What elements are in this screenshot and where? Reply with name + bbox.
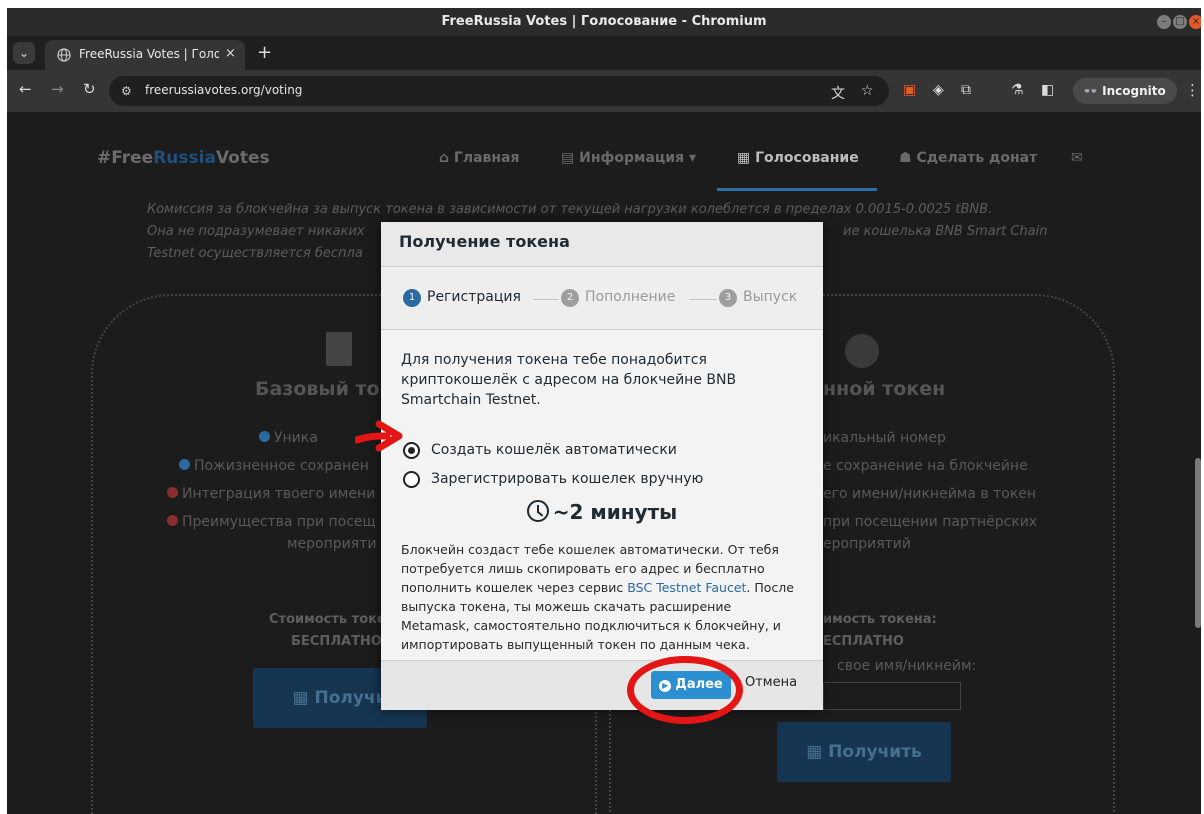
red-arrow-annotation: [355, 420, 403, 452]
step-separator: [533, 299, 559, 300]
back-icon[interactable]: ←: [19, 80, 32, 98]
site-info-icon[interactable]: ⚙: [121, 84, 132, 98]
named-feature-1: икальный номер: [823, 430, 946, 446]
active-nav-underline: [717, 188, 877, 191]
tab-strip: ⌄ FreeRussia Votes | Голо × +: [7, 36, 1201, 70]
step-issue: 3 Выпуск: [719, 289, 797, 307]
basic-feature-3: Интеграция твоего имени: [167, 486, 375, 502]
basic-price-label: Стоимость токе: [269, 612, 386, 627]
menu-icon[interactable]: ⋮: [1185, 81, 1200, 99]
commission-line-2b: ие кошелька BNB Smart Chain: [843, 224, 1048, 239]
new-tab-button[interactable]: +: [257, 42, 272, 63]
named-card-title: нной токен: [823, 378, 946, 400]
url-text: freerussiavotes.org/voting: [145, 83, 303, 97]
site-brand[interactable]: #FreeRussiaVotes: [97, 148, 270, 168]
address-bar[interactable]: ⚙ freerussiavotes.org/voting 文 ☆: [109, 76, 889, 106]
token-modal: Получение токена 1 Регистрация 2 Пополнени…: [381, 222, 823, 710]
tab-title: FreeRussia Votes | Голо: [79, 47, 219, 61]
basic-card-title: Базовый то: [255, 378, 380, 400]
medal-icon: [845, 334, 879, 368]
extension-icon[interactable]: ▣: [903, 82, 916, 98]
document-icon: [326, 332, 352, 366]
forward-icon[interactable]: →: [51, 80, 64, 98]
modal-title: Получение токена: [399, 232, 570, 251]
incognito-icon: 👓: [1083, 84, 1103, 98]
modal-body: Для получения токена тебе понадобится кр…: [381, 330, 823, 660]
puzzle-icon[interactable]: ⧉: [961, 82, 971, 98]
radio-selected-icon[interactable]: [403, 442, 420, 459]
cancel-button[interactable]: Отмена: [745, 675, 797, 690]
side-panel-icon[interactable]: ◧: [1041, 82, 1054, 98]
nav-voting[interactable]: ▦ Голосование: [737, 150, 859, 166]
shield-icon[interactable]: ◈: [933, 82, 944, 98]
faucet-link[interactable]: BSC Testnet Faucet: [627, 580, 746, 595]
basic-feature-2: Пожизненное сохранен: [179, 458, 369, 474]
lab-icon[interactable]: ⚗: [1011, 82, 1024, 98]
nav-home[interactable]: ⌂ Главная: [439, 150, 520, 166]
named-feature-2: е сохранение на блокчейне: [823, 458, 1028, 474]
minimize-icon[interactable]: –: [1157, 15, 1171, 29]
modal-footer: ▶ Далее Отмена: [381, 660, 823, 710]
tab-freerussia[interactable]: FreeRussia Votes | Голо ×: [45, 40, 245, 70]
basic-price-value: БЕСПЛАТНО: [291, 634, 382, 649]
named-get-button[interactable]: ▦ Получить: [777, 722, 951, 782]
step-topup: 2 Пополнение: [561, 289, 675, 307]
home-icon: ⌂: [439, 150, 454, 166]
named-feature-4-tail: ероприятий: [823, 536, 911, 552]
named-feature-4: при посещении партнёрских: [823, 514, 1038, 530]
commission-line-2a: Она не подразумевает никаких: [147, 224, 365, 239]
time-estimate: ~2 минуты: [381, 500, 823, 524]
donate-icon: ☗: [899, 150, 917, 166]
caret-icon: ▾: [684, 150, 697, 166]
vote-icon: ▦: [737, 150, 756, 166]
basic-feature-4-tail: мероприяти: [287, 536, 377, 552]
red-circle-annotation: [627, 656, 743, 724]
named-price-label: имость токена:: [823, 612, 937, 627]
nav-info[interactable]: ▤ Информация ▾: [561, 150, 696, 166]
browser-window: FreeRussia Votes | Голосование - Chromiu…: [7, 8, 1201, 814]
mail-icon[interactable]: ✉: [1071, 150, 1083, 166]
nav-donate[interactable]: ☗ Сделать донат: [899, 150, 1037, 166]
vote-icon: ▦: [806, 742, 829, 762]
tab-close-icon[interactable]: ×: [225, 46, 236, 61]
name-input[interactable]: [823, 682, 961, 710]
doc-icon: ▤: [561, 150, 580, 166]
radio-empty-icon[interactable]: [403, 471, 420, 488]
basic-feature-4: Преимущества при посещ: [167, 514, 376, 530]
incognito-badge[interactable]: 👓 Incognito: [1073, 78, 1177, 104]
intro-text: Для получения токена тебе понадобится кр…: [401, 352, 737, 408]
close-window-icon[interactable]: ×: [1189, 15, 1201, 29]
commission-line-3: Testnet осуществляется беспла: [147, 246, 363, 261]
site-nav: #FreeRussiaVotes ⌂ Главная ▤ Информация …: [7, 112, 1201, 192]
tab-search-icon[interactable]: ⌄: [13, 42, 35, 64]
globe-icon: [57, 48, 71, 62]
clock-icon: [526, 500, 549, 522]
window-title: FreeRussia Votes | Голосование - Chromiu…: [7, 8, 1201, 36]
step-separator: [689, 299, 717, 300]
basic-feature-1: Уника: [259, 430, 318, 446]
modal-header: Получение токена: [381, 222, 823, 262]
named-price-value: ЕСПЛАТНО: [823, 634, 904, 649]
step-registration: 1 Регистрация: [403, 289, 521, 307]
named-name-label: свое имя/никнейм:: [837, 658, 977, 674]
bookmark-star-icon[interactable]: ☆: [861, 83, 874, 99]
toolbar: ← → ↻ ⚙ freerussiavotes.org/voting 文 ☆ ▣…: [7, 70, 1201, 112]
commission-line-1: Комиссия за блокчейна за выпуск токена в…: [147, 202, 993, 217]
stepper: 1 Регистрация 2 Пополнение 3 Выпуск: [381, 266, 823, 330]
vote-icon: ▦: [292, 688, 315, 708]
maximize-icon[interactable]: □: [1173, 15, 1187, 29]
named-feature-3: его имени/никнейма в токен: [823, 486, 1037, 502]
reload-icon[interactable]: ↻: [83, 80, 96, 98]
translate-icon[interactable]: 文: [831, 83, 845, 103]
description-text: Блокчейн создаст тебе кошелек автоматиче…: [401, 542, 794, 652]
scrollbar-thumb[interactable]: [1195, 458, 1201, 628]
